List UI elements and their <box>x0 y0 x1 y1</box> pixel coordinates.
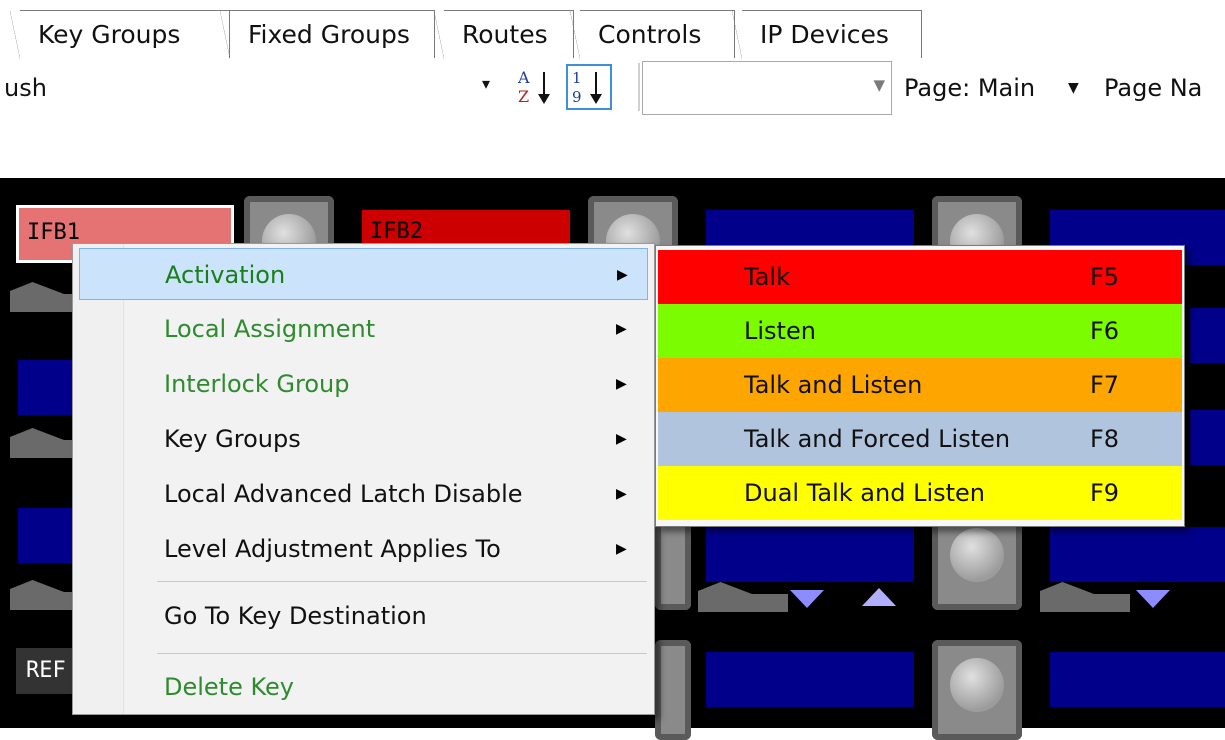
menu-item-activation[interactable]: Activation ▶ <box>79 248 648 300</box>
key-name: REF <box>26 658 66 683</box>
shortcut-label: F5 <box>1090 263 1120 291</box>
menu-item-local-assignment[interactable]: Local Assignment ▶ <box>79 303 648 355</box>
activation-submenu: Talk F5 Listen F6 Talk and Listen F7 Tal… <box>655 245 1185 527</box>
menu-item-label: Level Adjustment Applies To <box>164 535 501 563</box>
toolbar <box>0 58 1225 118</box>
menu-item-label: Local Advanced Latch Disable <box>164 480 523 508</box>
tab-ip-devices[interactable]: IP Devices <box>732 10 922 59</box>
tab-label: Key Groups <box>38 20 181 49</box>
svg-text:A: A <box>517 68 530 87</box>
shortcut-label: F8 <box>1090 425 1120 453</box>
tab-bar: Key Groups Fixed Groups Routes Controls … <box>0 0 1225 59</box>
menu-item-local-advanced-latch-disable[interactable]: Local Advanced Latch Disable ▶ <box>79 468 648 520</box>
submenu-item-talk-and-forced-listen[interactable]: Talk and Forced Listen F8 <box>658 412 1182 466</box>
key-dome <box>950 528 1004 582</box>
chevron-down-icon[interactable]: ▼ <box>1068 80 1079 96</box>
menu-separator <box>157 581 647 582</box>
menu-item-interlock-group[interactable]: Interlock Group ▶ <box>79 358 648 410</box>
submenu-item-talk-and-listen[interactable]: Talk and Listen F7 <box>658 358 1182 412</box>
sort-alpha-button[interactable]: A Z <box>514 64 560 110</box>
key-label-empty[interactable] <box>706 527 914 582</box>
level-down-icon[interactable] <box>790 590 824 608</box>
submenu-arrow-icon: ▶ <box>617 267 628 283</box>
submenu-arrow-icon: ▶ <box>616 541 627 557</box>
page-selector[interactable]: Page: Main <box>904 74 1035 102</box>
submenu-item-label: Talk <box>744 263 790 291</box>
menu-item-label: Interlock Group <box>164 370 350 398</box>
key-button[interactable] <box>655 640 691 740</box>
key-dome <box>950 658 1004 712</box>
key-name: IFB1 <box>27 220 80 245</box>
submenu-arrow-icon: ▶ <box>616 376 627 392</box>
tab-label: Routes <box>462 20 548 49</box>
key-button[interactable] <box>932 640 1022 740</box>
tab-routes[interactable]: Routes <box>434 10 574 59</box>
tab-key-groups[interactable]: Key Groups <box>10 10 230 59</box>
level-up-icon[interactable] <box>862 588 896 606</box>
key-label-empty[interactable] <box>1190 410 1225 465</box>
submenu-item-label: Listen <box>744 317 816 345</box>
sort-numeric-button[interactable]: 1 9 <box>566 64 612 110</box>
menu-item-label: Key Groups <box>164 425 301 453</box>
page-name-label: Page Na <box>1104 74 1203 102</box>
shortcut-label: F9 <box>1090 479 1120 507</box>
key-label-empty[interactable] <box>1050 527 1225 582</box>
shortcut-label: F7 <box>1090 371 1120 399</box>
tab-controls[interactable]: Controls <box>570 10 735 59</box>
menu-item-key-groups[interactable]: Key Groups ▶ <box>79 413 648 465</box>
menu-item-label: Activation <box>165 261 286 289</box>
key-label-empty[interactable] <box>18 360 78 415</box>
key-label-empty[interactable] <box>18 508 78 563</box>
tab-label: IP Devices <box>760 20 889 49</box>
filter-text: ush <box>4 74 47 102</box>
key-label-ref[interactable]: REF <box>16 648 76 694</box>
svg-text:1: 1 <box>572 69 582 87</box>
shortcut-label: F6 <box>1090 317 1120 345</box>
menu-item-level-adjustment[interactable]: Level Adjustment Applies To ▶ <box>79 523 648 575</box>
svg-text:Z: Z <box>518 87 529 106</box>
context-menu: Activation ▶ Local Assignment ▶ Interloc… <box>72 243 655 715</box>
submenu-item-label: Talk and Listen <box>744 371 923 399</box>
submenu-item-label: Dual Talk and Listen <box>744 479 985 507</box>
submenu-item-dual-talk-and-listen[interactable]: Dual Talk and Listen F9 <box>658 466 1182 520</box>
page-filter-combo[interactable]: ▼ <box>642 61 892 115</box>
svg-text:9: 9 <box>572 88 582 106</box>
key-label-empty[interactable] <box>706 652 914 707</box>
menu-item-label: Delete Key <box>164 673 294 701</box>
toolbar-separator <box>638 63 640 111</box>
submenu-item-label: Talk and Forced Listen <box>744 425 1011 453</box>
submenu-arrow-icon: ▶ <box>616 431 627 447</box>
submenu-item-talk[interactable]: Talk F5 <box>658 250 1182 304</box>
menu-separator <box>157 653 647 654</box>
sort-az-icon: A Z <box>517 68 550 106</box>
tab-fixed-groups[interactable]: Fixed Groups <box>220 10 435 59</box>
chevron-down-icon: ▼ <box>873 76 885 94</box>
level-down-icon[interactable] <box>1136 590 1170 608</box>
tab-strip <box>0 0 1225 10</box>
sort-19-icon: 1 9 <box>572 69 602 106</box>
tab-label: Controls <box>598 20 702 49</box>
key-label-empty[interactable] <box>1050 652 1225 707</box>
menu-item-delete-key[interactable]: Delete Key <box>79 661 648 713</box>
filter-dropdown-arrow[interactable]: ▾ <box>482 74 490 93</box>
key-label-empty[interactable] <box>1190 308 1225 363</box>
menu-item-label: Go To Key Destination <box>164 602 427 630</box>
submenu-item-listen[interactable]: Listen F6 <box>658 304 1182 358</box>
key-name: IFB2 <box>370 219 423 244</box>
menu-item-go-to-key-destination[interactable]: Go To Key Destination <box>79 590 648 642</box>
submenu-arrow-icon: ▶ <box>616 486 627 502</box>
submenu-arrow-icon: ▶ <box>616 321 627 337</box>
menu-item-label: Local Assignment <box>164 315 376 343</box>
tab-label: Fixed Groups <box>248 20 410 49</box>
